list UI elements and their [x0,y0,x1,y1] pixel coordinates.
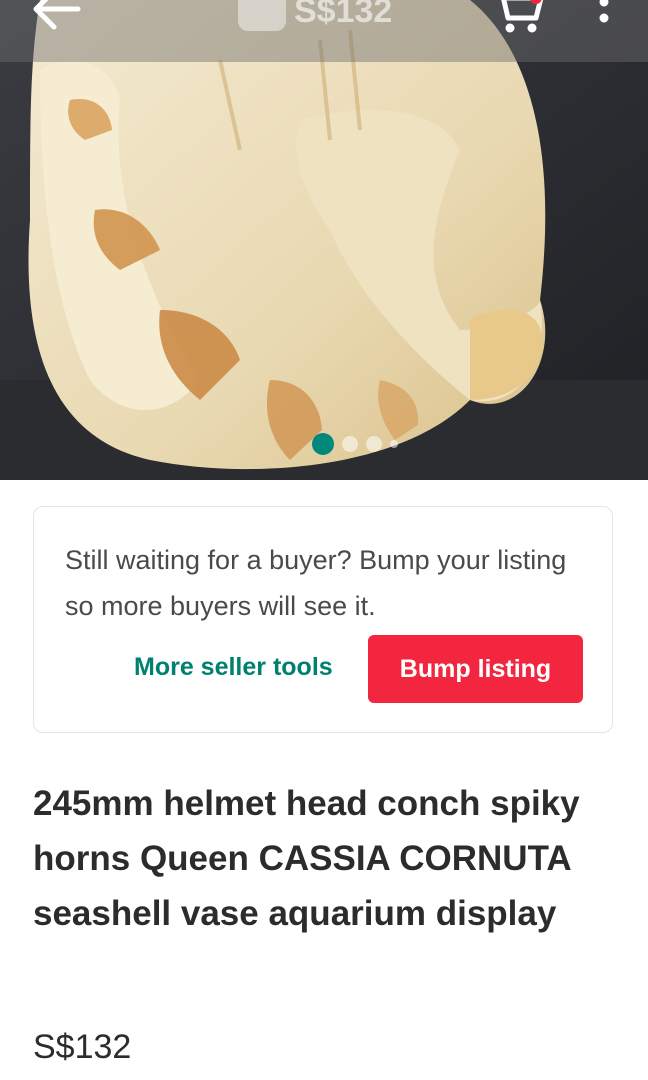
bump-message: Still waiting for a buyer? Bump your lis… [65,545,567,621]
cart-icon[interactable] [486,0,548,40]
listing-photo[interactable]: S$132 [0,0,648,480]
top-bar: S$132 [0,0,648,62]
gallery-dot[interactable] [366,436,382,452]
gallery-pagination [312,432,398,456]
back-arrow-icon[interactable] [24,0,90,42]
seashell-photo [0,0,648,480]
header-price-text: S$132 [294,0,393,30]
gallery-dot[interactable] [390,440,398,448]
seller-avatar-icon [238,0,286,31]
gallery-dot-active[interactable] [312,433,334,455]
more-vertical-icon[interactable] [584,0,624,40]
bump-listing-card: Still waiting for a buyer? Bump your lis… [33,506,613,733]
more-seller-tools-link[interactable]: More seller tools [134,653,333,682]
listing-title: 245mm helmet head conch spiky horns Quee… [33,784,580,933]
gallery-dot[interactable] [342,436,358,452]
header-price: S$132 [238,0,392,36]
bump-listing-button[interactable]: Bump listing [368,635,583,703]
listing-price: S$132 [33,1028,132,1066]
